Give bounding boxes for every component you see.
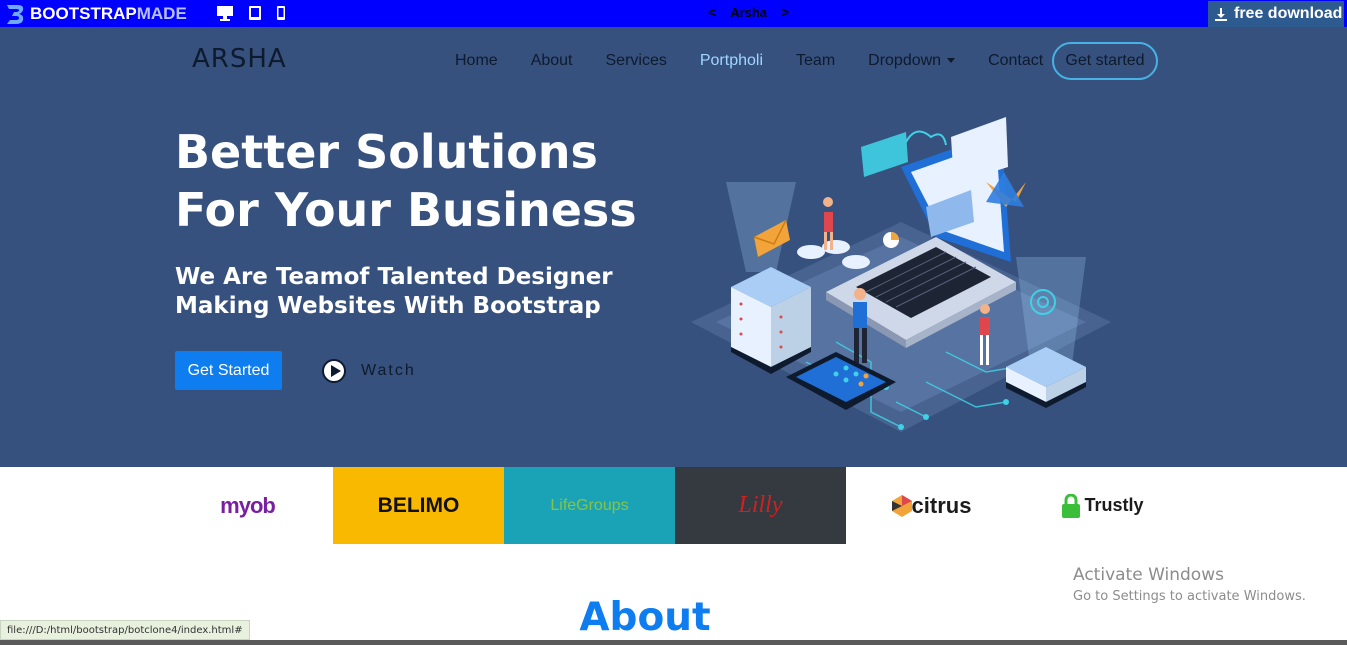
client-logo-myob: myob <box>162 467 333 544</box>
logo-text-made: MADE <box>136 4 187 23</box>
chevron-down-icon <box>947 58 956 64</box>
client-logo-lilly: Lilly <box>675 467 846 544</box>
bootstrapmade-logo[interactable]: BOOTSTRAPMADE <box>4 3 187 25</box>
client-logo-belimo: BELIMO <box>333 467 504 544</box>
client-name: Lilly <box>738 492 783 518</box>
device-preview-icons <box>216 5 286 25</box>
client-name: Trustly <box>1084 495 1144 515</box>
hero-section: ARSHA Home About Services Portpholi Team… <box>0 27 1347 467</box>
hero-illustration <box>691 117 1111 432</box>
demo-bar: BOOTSTRAPMADE < Arsha > free download <box>0 0 1347 27</box>
free-download-label: free download <box>1234 5 1343 22</box>
next-section-edge <box>0 640 1347 645</box>
download-icon <box>1215 8 1227 21</box>
site-logo[interactable]: ARSHA <box>192 44 287 74</box>
nav-dropdown[interactable]: Dropdown <box>868 52 956 70</box>
watch-video-link[interactable]: Watch <box>322 359 416 383</box>
next-theme-button[interactable]: > <box>781 4 789 20</box>
client-name: myob <box>220 492 276 518</box>
theme-navigator: < Arsha > <box>708 4 789 20</box>
phone-icon[interactable] <box>276 5 286 25</box>
clients-strip: myob BELIMO LifeGroups Lilly citrus Trus… <box>0 467 1347 544</box>
hero-subtitle: We Are Teamof Talented Designer Making W… <box>175 264 613 319</box>
main-nav: Home About Services Portpholi Team Dropd… <box>455 52 1076 70</box>
nav-team[interactable]: Team <box>796 52 835 70</box>
get-started-nav-button[interactable]: Get started <box>1052 42 1158 80</box>
nav-home[interactable]: Home <box>455 52 498 70</box>
nav-services[interactable]: Services <box>606 52 667 70</box>
play-icon <box>322 359 346 383</box>
client-name: BELIMO <box>377 493 460 517</box>
logo-text-bootstrap: BOOTSTRAP <box>30 4 137 23</box>
nav-contact[interactable]: Contact <box>988 52 1043 70</box>
client-logo-lifegroups: LifeGroups <box>504 467 675 544</box>
client-name: LifeGroups <box>550 496 629 514</box>
desktop-icon[interactable] <box>216 5 234 25</box>
bootstrapmade-wordmark: BOOTSTRAPMADE <box>30 4 187 24</box>
nav-dropdown-label: Dropdown <box>868 52 942 69</box>
client-logo-citrus: citrus <box>846 467 1017 544</box>
prev-theme-button[interactable]: < <box>708 4 716 20</box>
status-bar-url: file:///D:/html/bootstrap/botclone4/inde… <box>0 620 250 640</box>
get-started-button[interactable]: Get Started <box>175 351 282 390</box>
client-logo-trustly: Trustly <box>1017 467 1188 544</box>
nav-about[interactable]: About <box>531 52 573 70</box>
client-name: citrus <box>911 492 972 518</box>
theme-name: Arsha <box>730 4 768 20</box>
hero-title: Better Solutions For Your Business <box>175 125 637 237</box>
tablet-icon[interactable] <box>248 5 262 25</box>
watch-label: Watch <box>361 362 416 379</box>
nav-portfolio[interactable]: Portpholi <box>700 52 763 70</box>
free-download-button[interactable]: free download <box>1208 1 1344 27</box>
citrus-icon <box>891 494 912 517</box>
bootstrapmade-logo-icon <box>7 5 24 24</box>
lock-icon <box>1062 493 1081 518</box>
activation-title: Activate Windows <box>1073 565 1224 585</box>
